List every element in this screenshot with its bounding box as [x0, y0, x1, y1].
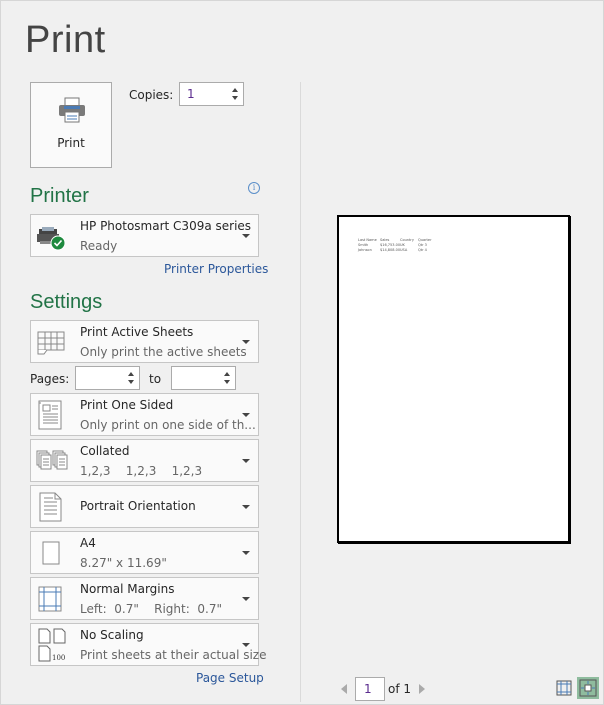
print-what-title: Print Active Sheets: [80, 325, 194, 339]
show-margins-button[interactable]: [554, 678, 574, 698]
show-margins-icon: [556, 680, 572, 696]
zoom-to-page-icon: [579, 679, 597, 697]
info-icon[interactable]: i: [248, 182, 260, 194]
zoom-to-page-button[interactable]: [577, 677, 599, 699]
preview-row: Johnson $14,808.00USA Qtr 4: [358, 248, 427, 252]
next-page-icon[interactable]: [419, 684, 425, 694]
printer-dropdown[interactable]: HP Photosmart C309a series Ready: [30, 214, 259, 257]
collated-icon: [36, 450, 68, 470]
page-title: Print: [25, 19, 106, 61]
margins-subtitle: Left: 0.7" Right: 0.7": [80, 602, 222, 616]
page-setup-link[interactable]: Page Setup: [196, 671, 264, 685]
current-page-input[interactable]: 1: [355, 677, 385, 701]
paper-size-icon: [42, 541, 60, 565]
chevron-down-icon: [242, 234, 250, 238]
no-scaling-icon: 100: [38, 628, 66, 662]
chevron-down-icon: [242, 459, 250, 463]
print-what-dropdown[interactable]: Print Active Sheets Only print the activ…: [30, 320, 259, 363]
paper-size-dropdown[interactable]: A4 8.27" x 11.69": [30, 531, 259, 574]
paper-size-title: A4: [80, 536, 96, 550]
orientation-dropdown[interactable]: Portrait Orientation: [30, 485, 259, 528]
printer-section-title: Printer: [30, 185, 89, 207]
scaling-subtitle: Print sheets at their actual size: [80, 648, 267, 662]
copies-stepper[interactable]: 1: [179, 82, 244, 106]
preview-table: Last Name Sales Country Quarter Smith $16,75…: [358, 238, 432, 253]
print-button[interactable]: Print: [30, 82, 112, 168]
orientation-title: Portrait Orientation: [80, 499, 196, 513]
pages-to-up-icon[interactable]: [224, 372, 230, 376]
pages-from-up-icon[interactable]: [128, 372, 134, 376]
scaling-badge: 100: [52, 654, 65, 662]
printer-status: Ready: [80, 239, 118, 253]
copies-value[interactable]: 1: [187, 87, 195, 101]
print-button-label: Print: [57, 136, 85, 150]
pages-label: Pages:: [30, 372, 70, 386]
printer-icon: [59, 97, 85, 123]
scaling-dropdown[interactable]: 100 No Scaling Print sheets at their act…: [30, 623, 267, 666]
collation-dropdown[interactable]: Collated 1,2,3 1,2,3 1,2,3: [30, 439, 259, 482]
print-what-subtitle: Only print the active sheets: [80, 345, 247, 359]
margins-icon: [38, 586, 62, 612]
sheets-grid-icon: [37, 331, 65, 355]
pages-from-input[interactable]: [75, 366, 140, 390]
printer-properties-link[interactable]: Printer Properties: [164, 262, 268, 276]
chevron-down-icon: [242, 413, 250, 417]
copies-up-icon[interactable]: [232, 88, 238, 92]
chevron-down-icon: [242, 340, 250, 344]
prev-page-icon[interactable]: [341, 684, 347, 694]
copies-down-icon[interactable]: [232, 96, 238, 100]
sides-dropdown[interactable]: Print One Sided Only print on one side o…: [30, 393, 259, 436]
collation-title: Collated: [80, 444, 130, 458]
print-preview-page: Last Name Sales Country Quarter Smith $16,75…: [337, 215, 570, 543]
pages-to-down-icon[interactable]: [224, 380, 230, 384]
copies-label: Copies:: [129, 88, 174, 102]
collation-subtitle: 1,2,3 1,2,3 1,2,3: [80, 464, 203, 478]
printer-ready-icon: [37, 227, 66, 251]
margins-title: Normal Margins: [80, 582, 175, 596]
sides-subtitle: Only print on one side of th...: [80, 418, 256, 432]
sides-title: Print One Sided: [80, 398, 174, 412]
settings-section-title: Settings: [30, 291, 103, 313]
pages-to-label: to: [149, 372, 162, 386]
paper-size-subtitle: 8.27" x 11.69": [80, 556, 167, 570]
portrait-page-icon: [39, 492, 62, 522]
page-count-label: of 1: [388, 682, 412, 696]
pages-to-input[interactable]: [171, 366, 236, 390]
chevron-down-icon: [242, 597, 250, 601]
pages-from-down-icon[interactable]: [128, 380, 134, 384]
panel-divider: [300, 82, 301, 702]
chevron-down-icon: [242, 505, 250, 509]
one-sided-icon: [38, 400, 62, 430]
scaling-title: No Scaling: [80, 628, 144, 642]
printer-name: HP Photosmart C309a series: [80, 219, 252, 233]
chevron-down-icon: [242, 643, 250, 647]
margins-dropdown[interactable]: Normal Margins Left: 0.7" Right: 0.7": [30, 577, 259, 620]
chevron-down-icon: [242, 551, 250, 555]
